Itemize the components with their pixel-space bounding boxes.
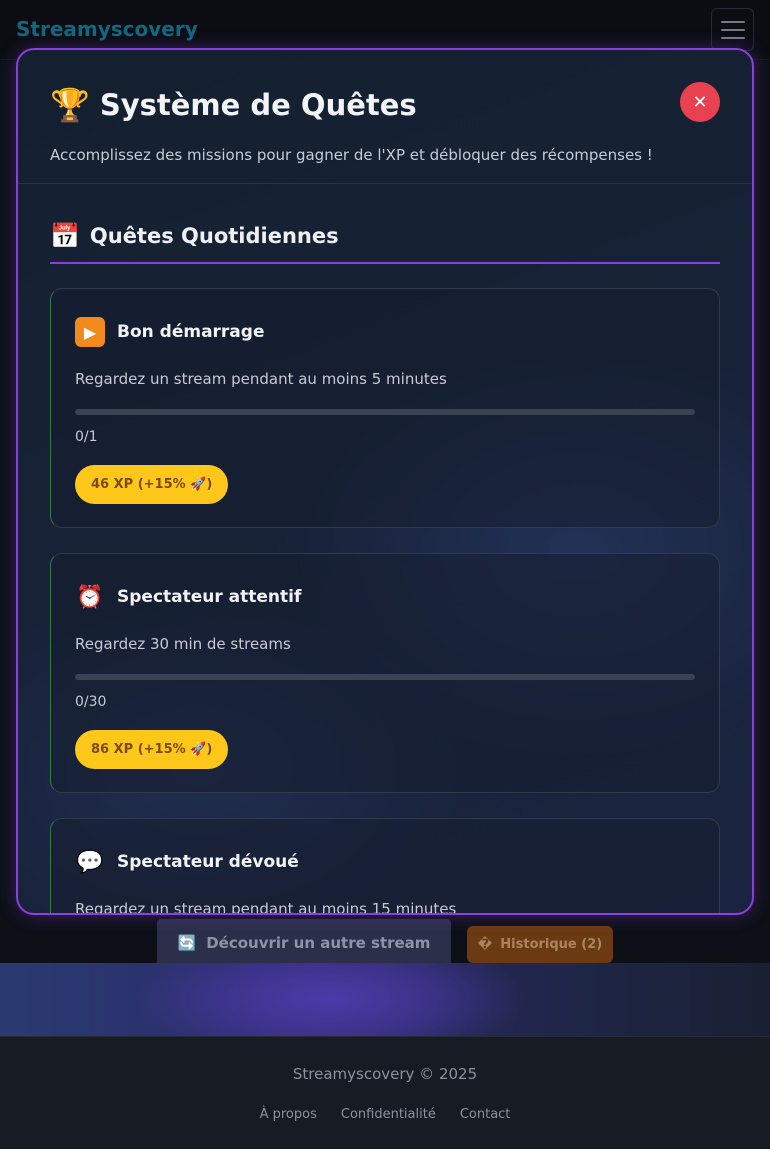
calendar-icon: 📅 [50, 222, 80, 250]
quest-card: ⏰ Spectateur attentif Regardez 30 min de… [50, 553, 720, 793]
footer: Streamyscovery © 2025 À propos Confident… [0, 1036, 770, 1149]
footer-link-contact[interactable]: Contact [460, 1107, 511, 1122]
section-title-daily-quests: 📅 Quêtes Quotidiennes [50, 222, 720, 264]
quest-card: ▶ Bon démarrage Regardez un stream penda… [50, 288, 720, 528]
play-icon: ▶ [75, 317, 105, 347]
quest-header: ⏰ Spectateur attentif [75, 582, 301, 612]
alarm-clock-icon: ⏰ [76, 584, 104, 610]
history-button[interactable]: � Historique (2) [467, 926, 613, 963]
modal-header: 🏆 Système de Quêtes Accomplissez des mis… [18, 50, 752, 184]
quest-progress-text: 0/1 [75, 429, 98, 445]
modal-subtitle: Accomplissez des missions pour gagner de… [50, 146, 653, 164]
trophy-icon: 🏆 [50, 86, 90, 124]
quest-description: Regardez un stream pendant au moins 5 mi… [75, 370, 447, 388]
quest-description: Regardez 30 min de streams [75, 635, 291, 653]
quest-description: Regardez un stream pendant au moins 15 m… [75, 900, 457, 915]
footer-link-privacy[interactable]: Confidentialité [341, 1107, 436, 1122]
quest-header: 💬 Spectateur dévoué [75, 847, 299, 877]
history-label: Historique (2) [500, 937, 603, 952]
history-icon: � [477, 937, 493, 952]
quest-name: Bon démarrage [117, 322, 265, 342]
modal-title: 🏆 Système de Quêtes [50, 86, 417, 124]
xp-reward-badge: 46 XP (+15% 🚀) [75, 465, 229, 504]
quest-progress-bar [75, 409, 695, 415]
section-title-text: Quêtes Quotidiennes [89, 224, 339, 248]
quests-modal: 🏆 Système de Quêtes Accomplissez des mis… [16, 48, 754, 915]
refresh-icon: 🔄 [177, 933, 197, 952]
modal-title-text: Système de Quêtes [99, 88, 417, 122]
quest-header: ▶ Bon démarrage [75, 317, 264, 347]
xp-reward-badge: 86 XP (+15% 🚀) [75, 730, 229, 769]
quest-card: 💬 Spectateur dévoué Regardez un stream p… [50, 818, 720, 915]
quest-name: Spectateur dévoué [117, 852, 299, 872]
close-icon: ✕ [692, 91, 708, 113]
close-button[interactable]: ✕ [680, 82, 720, 122]
footer-link-about[interactable]: À propos [260, 1107, 317, 1122]
discover-stream-label: Découvrir un autre stream [206, 933, 431, 952]
quest-progress-bar [75, 674, 695, 680]
footer-links: À propos Confidentialité Contact [0, 1107, 770, 1122]
quest-progress-text: 0/30 [75, 694, 107, 710]
footer-copyright: Streamyscovery © 2025 [292, 1065, 478, 1083]
quest-name: Spectateur attentif [117, 587, 302, 607]
speech-bubble-icon: 💬 [76, 849, 104, 875]
decorative-gradient-band [0, 963, 770, 1036]
